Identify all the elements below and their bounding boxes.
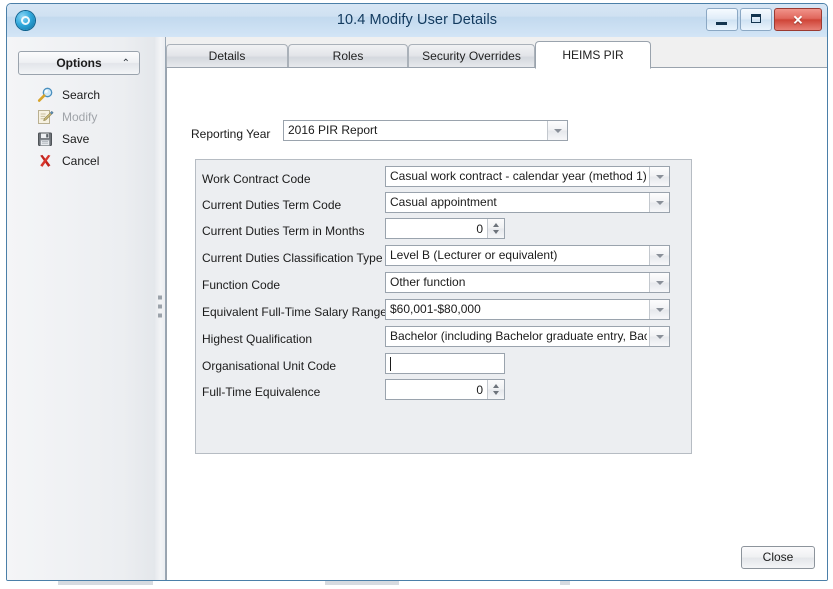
tab-strip: Details Roles Security Overrides HEIMS P…: [166, 41, 827, 68]
window-titlebar: 10.4 Modify User Details ✕: [7, 4, 827, 38]
highest-qualification-value: Bachelor (including Bachelor graduate en…: [390, 329, 647, 344]
close-window-button[interactable]: ✕: [774, 8, 822, 31]
organisational-unit-code-input[interactable]: [385, 353, 505, 374]
close-icon: ✕: [775, 13, 821, 26]
chevron-down-icon[interactable]: [649, 193, 669, 212]
text-caret: [390, 357, 391, 371]
current-duties-classification-type-value: Level B (Lecturer or equivalent): [390, 248, 647, 263]
full-time-equivalence-value: 0: [389, 382, 483, 398]
tab-security-overrides[interactable]: Security Overrides: [408, 44, 535, 68]
sidebar-item-label: Modify: [62, 110, 97, 124]
work-contract-code-value: Casual work contract - calendar year (me…: [390, 169, 647, 184]
tab-label: Roles: [333, 49, 364, 63]
highest-qualification-combobox[interactable]: Bachelor (including Bachelor graduate en…: [385, 326, 670, 347]
chevron-down-icon[interactable]: [649, 300, 669, 319]
heims-pir-tab-panel: Reporting Year 2016 PIR Report Work Cont…: [166, 67, 828, 581]
work-contract-code-label: Work Contract Code: [202, 172, 311, 186]
edit-pencil-icon: [37, 109, 54, 125]
current-duties-term-months-value: 0: [389, 221, 483, 237]
tab-roles[interactable]: Roles: [288, 44, 408, 68]
spinner-arrows-icon[interactable]: [487, 380, 504, 399]
window-controls: ✕: [706, 8, 822, 31]
full-time-equivalence-label: Full-Time Equivalence: [202, 385, 320, 399]
options-panel-header[interactable]: Options ⌃: [18, 51, 140, 75]
chevron-down-icon[interactable]: [547, 121, 567, 140]
function-code-value: Other function: [390, 275, 647, 290]
sidebar-item-modify[interactable]: Modify: [37, 106, 147, 128]
chevron-down-icon[interactable]: [649, 167, 669, 186]
minimize-button[interactable]: [706, 8, 738, 31]
tab-label: HEIMS PIR: [562, 48, 623, 62]
salary-range-label: Equivalent Full-Time Salary Range: [202, 305, 387, 319]
tab-heims-pir[interactable]: HEIMS PIR: [535, 41, 651, 69]
maximize-button[interactable]: [740, 8, 772, 31]
content-pane: Details Roles Security Overrides HEIMS P…: [166, 37, 827, 580]
sidebar-item-label: Search: [62, 88, 100, 102]
function-code-combobox[interactable]: Other function: [385, 272, 670, 293]
organisational-unit-code-label: Organisational Unit Code: [202, 359, 336, 373]
chevron-down-icon[interactable]: [649, 327, 669, 346]
close-button[interactable]: Close: [741, 546, 815, 569]
salary-range-combobox[interactable]: $60,001-$80,000: [385, 299, 670, 320]
chevron-down-icon[interactable]: [649, 273, 669, 292]
red-cross-icon: [37, 153, 54, 169]
maximize-icon: [751, 14, 761, 23]
pane-splitter[interactable]: [155, 37, 166, 580]
options-sidebar: Options ⌃ Search: [7, 37, 155, 580]
reporting-year-value: 2016 PIR Report: [288, 123, 545, 138]
chevron-up-icon: ⌃: [122, 59, 130, 69]
splitter-grip: [158, 295, 162, 322]
sidebar-item-cancel[interactable]: Cancel: [37, 150, 147, 172]
current-duties-term-months-label: Current Duties Term in Months: [202, 224, 365, 238]
reporting-year-label: Reporting Year: [191, 127, 270, 141]
tab-details[interactable]: Details: [166, 44, 288, 68]
sidebar-item-save[interactable]: Save: [37, 128, 147, 150]
minimize-icon: [716, 22, 727, 25]
window-body: Options ⌃ Search: [7, 37, 827, 580]
sidebar-item-label: Cancel: [62, 154, 99, 168]
current-duties-classification-type-label: Current Duties Classification Type: [202, 251, 383, 265]
magnifier-icon: [37, 87, 54, 103]
floppy-disk-icon: [37, 131, 54, 147]
highest-qualification-label: Highest Qualification: [202, 332, 312, 346]
sidebar-item-label: Save: [62, 132, 89, 146]
tab-label: Details: [209, 49, 246, 63]
reporting-year-combobox[interactable]: 2016 PIR Report: [283, 120, 568, 141]
function-code-label: Function Code: [202, 278, 280, 292]
current-duties-term-code-combobox[interactable]: Casual appointment: [385, 192, 670, 213]
tab-label: Security Overrides: [422, 49, 521, 63]
close-button-label: Close: [742, 550, 814, 564]
modify-user-details-window: 10.4 Modify User Details ✕ Options ⌃: [6, 3, 828, 581]
sidebar-item-search[interactable]: Search: [37, 84, 147, 106]
current-duties-classification-type-combobox[interactable]: Level B (Lecturer or equivalent): [385, 245, 670, 266]
current-duties-term-code-label: Current Duties Term Code: [202, 198, 341, 212]
window-title: 10.4 Modify User Details: [7, 12, 827, 28]
options-list: Search Modify: [37, 84, 147, 172]
salary-range-value: $60,001-$80,000: [390, 302, 647, 317]
spinner-arrows-icon[interactable]: [487, 219, 504, 238]
work-contract-code-combobox[interactable]: Casual work contract - calendar year (me…: [385, 166, 670, 187]
current-duties-term-months-spinner[interactable]: 0: [385, 218, 505, 239]
full-time-equivalence-spinner[interactable]: 0: [385, 379, 505, 400]
current-duties-term-code-value: Casual appointment: [390, 195, 647, 210]
chevron-down-icon[interactable]: [649, 246, 669, 265]
